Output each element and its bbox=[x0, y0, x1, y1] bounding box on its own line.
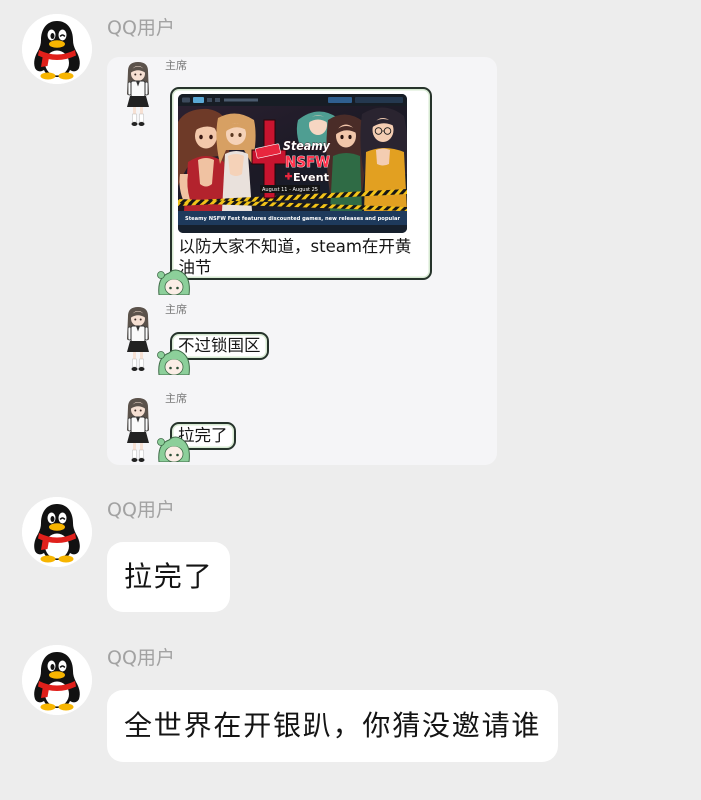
chat-message-list[interactable]: QQ用户 主席 Steamy NSFW Event August 11 - Au… bbox=[0, 0, 701, 800]
green-chibi-sticker-icon bbox=[155, 265, 191, 295]
sticker bbox=[155, 432, 191, 462]
message-bubble[interactable]: 全世界在开银趴，你猜没邀请谁 bbox=[107, 690, 559, 762]
sub-sender-name: 主席 bbox=[165, 59, 187, 72]
sender-name: QQ用户 bbox=[107, 647, 175, 669]
logo-line-steamy: Steamy bbox=[283, 138, 331, 153]
green-chibi-sticker-icon bbox=[155, 345, 191, 375]
message-bubble[interactable]: 拉完了 bbox=[107, 542, 231, 612]
event-caption: Steamy NSFW Fest features discounted gam… bbox=[185, 216, 400, 222]
sub-sender-name: 主席 bbox=[165, 303, 187, 316]
event-dates: August 11 - August 25 bbox=[262, 187, 318, 193]
qq-penguin-icon bbox=[22, 497, 92, 567]
sub-avatar bbox=[122, 60, 154, 130]
sub-message-text: 以防大家不知道，steam在开黄油节 bbox=[178, 237, 412, 277]
logo-line-nsfw: NSFW bbox=[285, 153, 330, 171]
anime-girl-avatar-icon bbox=[122, 305, 154, 375]
anime-girl-avatar-icon bbox=[122, 60, 154, 130]
sender-name: QQ用户 bbox=[107, 17, 175, 39]
sub-avatar bbox=[122, 396, 154, 465]
forwarded-image-message[interactable]: 主席 Steamy NSFW Event August 11 - August … bbox=[107, 57, 497, 465]
qq-penguin-avatar[interactable] bbox=[22, 497, 92, 567]
qq-penguin-icon bbox=[22, 14, 92, 84]
sub-sender-name: 主席 bbox=[165, 392, 187, 405]
footer-bar bbox=[177, 224, 407, 233]
steam-event-screenshot: Steamy NSFW Event August 11 - August 25 … bbox=[177, 93, 407, 233]
sticker bbox=[155, 265, 191, 295]
qq-penguin-avatar[interactable] bbox=[22, 645, 92, 715]
sub-avatar bbox=[122, 305, 154, 375]
sticker bbox=[155, 345, 191, 375]
steam-store-header bbox=[177, 93, 407, 106]
steam-event-image: Steamy NSFW Event August 11 - August 25 … bbox=[177, 93, 407, 233]
sender-name: QQ用户 bbox=[107, 499, 175, 521]
anime-girl-avatar-icon bbox=[122, 396, 154, 465]
green-chibi-sticker-icon bbox=[155, 432, 191, 462]
qq-penguin-avatar[interactable] bbox=[22, 14, 92, 84]
qq-penguin-icon bbox=[22, 645, 92, 715]
sub-bubble-image-text: Steamy NSFW Event August 11 - August 25 … bbox=[170, 87, 432, 280]
logo-line-event: Event bbox=[293, 171, 329, 184]
